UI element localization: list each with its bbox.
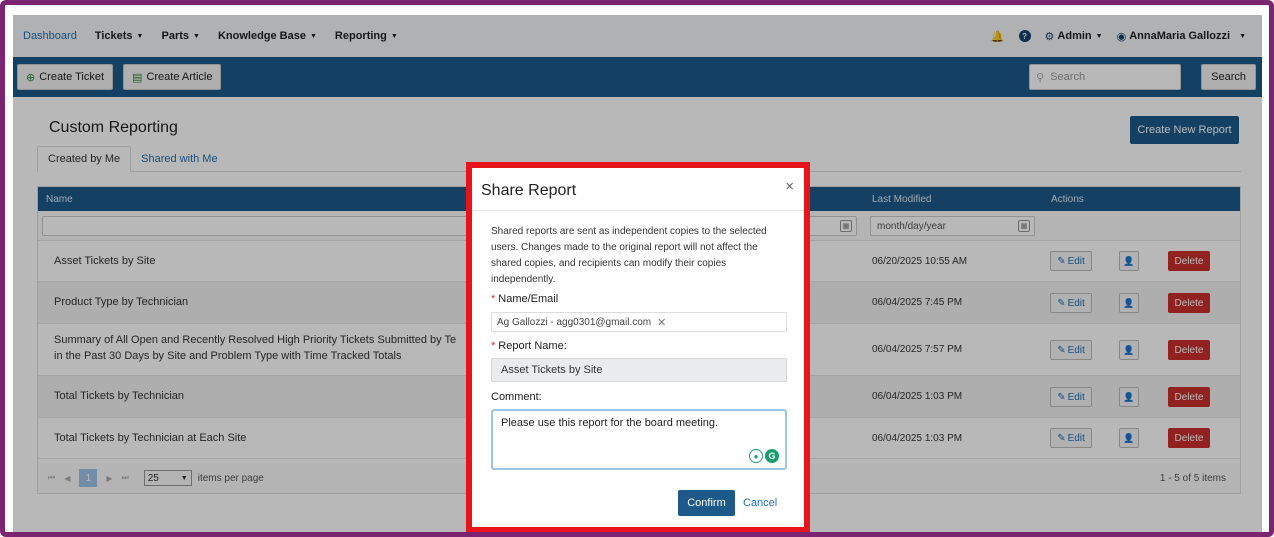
comment-label: Comment: <box>491 391 542 403</box>
screenshot-frame: Dashboard Tickets ▼ Parts ▼ Knowledge Base… <box>0 0 1274 537</box>
share-report-modal: Share Report × Shared reports are sent a… <box>466 162 810 532</box>
recipient-field[interactable]: Ag Gallozzi - agg0301@gmail.com ✕ <box>491 312 787 332</box>
modal-title: Share Report <box>481 182 577 199</box>
modal-description: Shared reports are sent as independent c… <box>491 226 767 285</box>
name-email-label: * Name/Email <box>491 293 559 305</box>
grammarly-widget[interactable]: ● G <box>749 449 779 463</box>
confirm-button[interactable]: Confirm <box>678 490 735 516</box>
lightbulb-icon[interactable]: ● <box>749 449 763 463</box>
comment-textarea[interactable]: Please use this report for the board mee… <box>491 409 787 470</box>
recipient-chip: Ag Gallozzi - agg0301@gmail.com <box>497 316 652 328</box>
remove-chip-icon[interactable]: ✕ <box>657 316 666 329</box>
report-name-field: Asset Tickets by Site <box>491 358 787 382</box>
modal-divider <box>472 210 804 211</box>
close-icon[interactable]: × <box>785 178 794 195</box>
cancel-link[interactable]: Cancel <box>743 497 777 509</box>
grammarly-icon[interactable]: G <box>765 449 779 463</box>
report-name-label: * Report Name: <box>491 340 567 352</box>
